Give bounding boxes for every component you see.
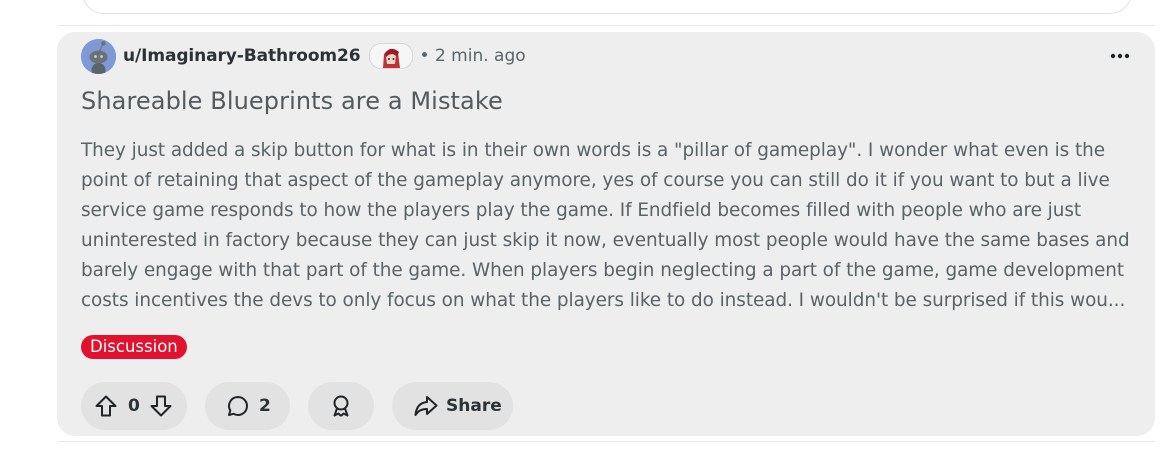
comment-bubble-icon bbox=[226, 394, 250, 418]
vote-group: 0 bbox=[81, 382, 187, 430]
meta-separator: • bbox=[419, 46, 430, 66]
previous-post-card bbox=[82, 0, 1132, 14]
post-body-line: They just added a skip button for what i… bbox=[81, 140, 1106, 161]
downvote-arrow-icon[interactable] bbox=[149, 394, 173, 418]
post-title[interactable]: Shareable Blueprints are a Mistake bbox=[81, 87, 503, 115]
character-flair-icon bbox=[368, 43, 413, 69]
award-ribbon-icon bbox=[329, 394, 353, 418]
comments-button[interactable]: 2 bbox=[205, 382, 290, 430]
post-body-line: service game responds to how the players… bbox=[81, 200, 1082, 221]
share-label: Share bbox=[446, 396, 502, 416]
post-body-line: barely engage with that part of the game… bbox=[81, 260, 1125, 281]
timestamp: 2 min. ago bbox=[434, 46, 526, 66]
post-body-line: uninterested in factory because they can… bbox=[81, 230, 1130, 251]
share-button[interactable]: Share bbox=[392, 382, 513, 430]
username-link[interactable]: u/Imaginary-Bathroom26 bbox=[123, 46, 361, 66]
award-button[interactable] bbox=[308, 382, 374, 430]
post-body-line: point of retaining that aspect of the ga… bbox=[81, 170, 1110, 191]
comment-count: 2 bbox=[259, 396, 271, 416]
post-card[interactable]: u/Imaginary-Bathroom26 • 2 min. ago Shar… bbox=[57, 32, 1155, 436]
post-time: • 2 min. ago bbox=[420, 46, 526, 66]
post-body-line: costs incentives the devs to only focus … bbox=[81, 290, 1126, 311]
upvote-arrow-icon[interactable] bbox=[94, 394, 118, 418]
flair-tag[interactable]: Discussion bbox=[81, 335, 187, 359]
vote-count: 0 bbox=[128, 396, 140, 416]
share-arrow-icon bbox=[413, 394, 439, 418]
post-body[interactable]: They just added a skip button for what i… bbox=[81, 136, 1133, 316]
divider bbox=[58, 441, 1155, 442]
snoo-avatar-icon[interactable] bbox=[81, 38, 116, 74]
post-meta: u/Imaginary-Bathroom26 • 2 min. ago bbox=[81, 38, 526, 74]
divider bbox=[58, 25, 1155, 26]
more-options-icon[interactable] bbox=[1109, 46, 1131, 66]
